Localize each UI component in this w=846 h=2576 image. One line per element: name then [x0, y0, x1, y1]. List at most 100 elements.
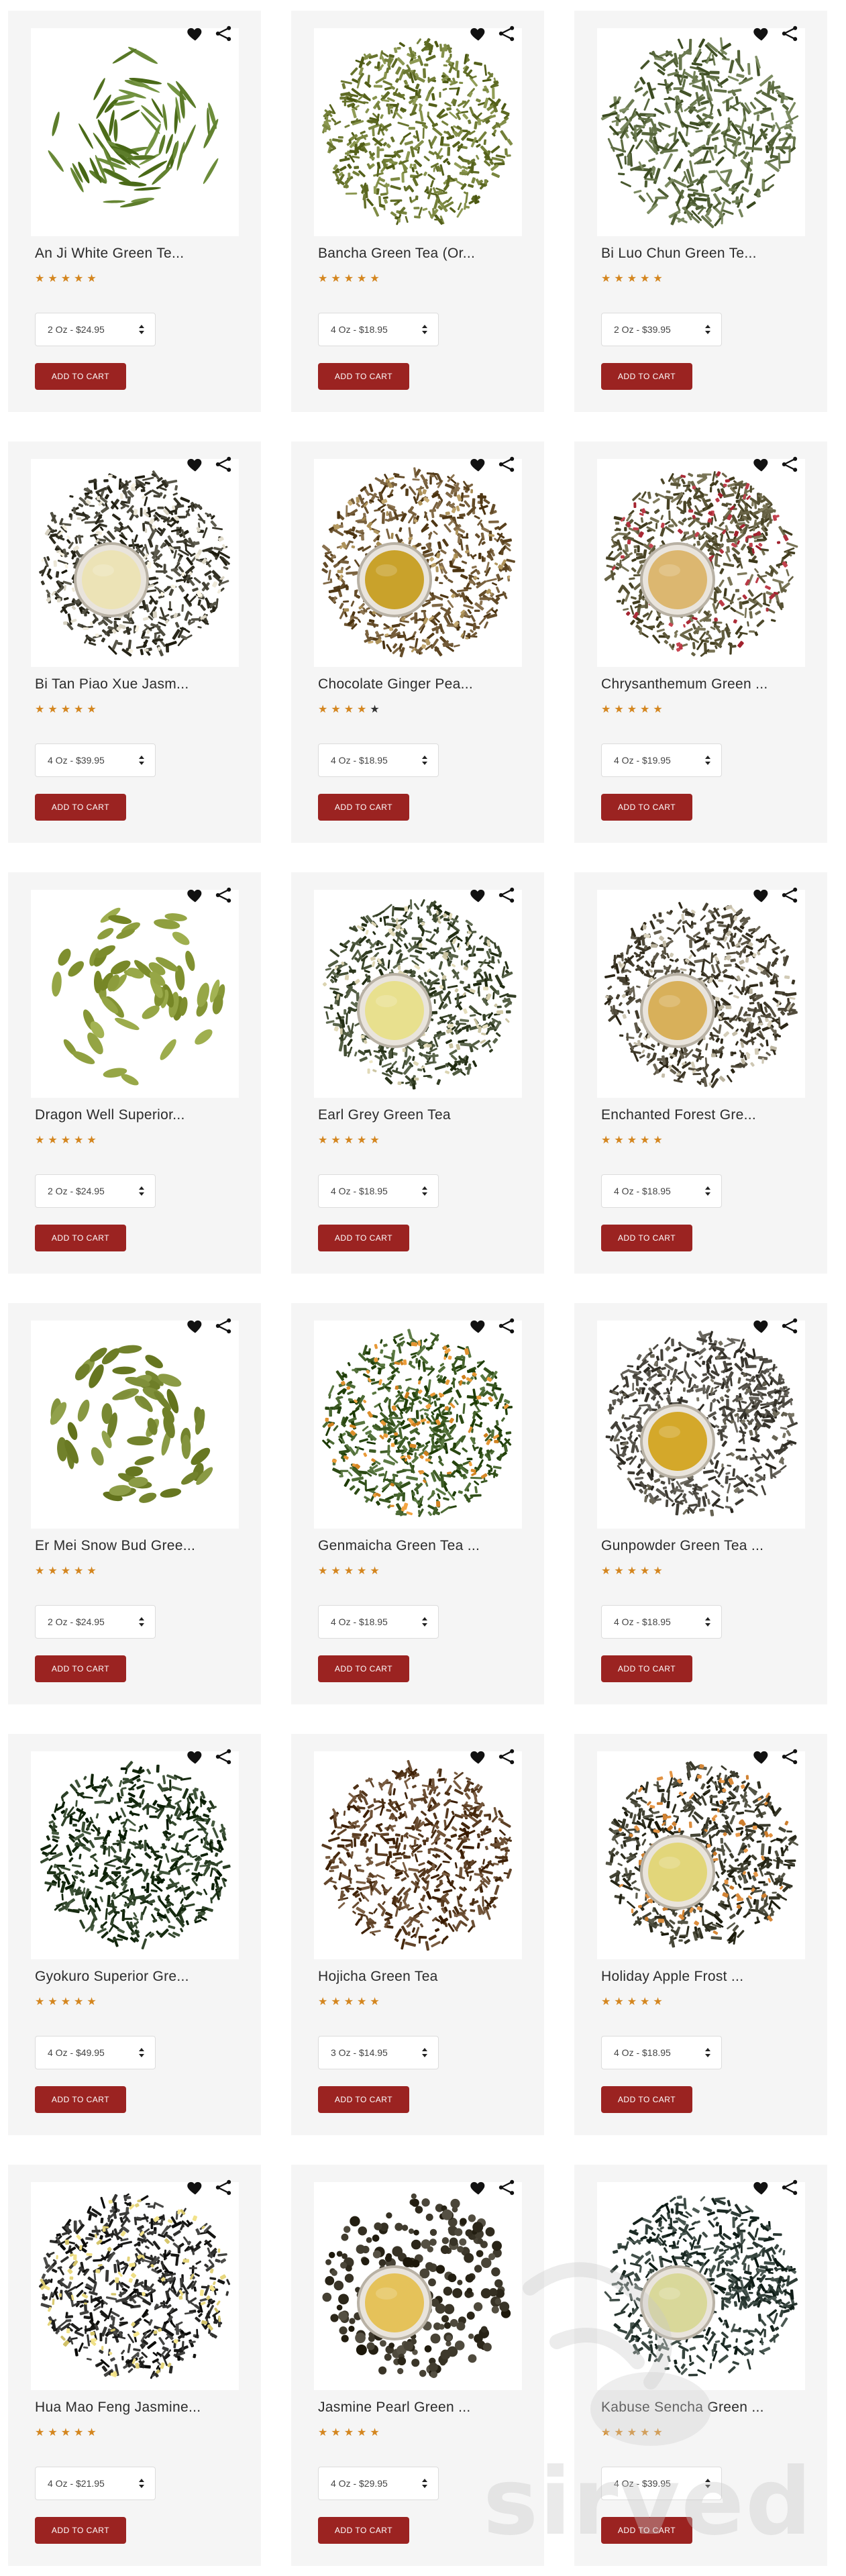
add-to-cart-button[interactable]: ADD TO CART: [318, 794, 409, 821]
product-image[interactable]: [314, 28, 522, 236]
add-to-cart-button[interactable]: ADD TO CART: [35, 1225, 126, 1251]
size-price-select[interactable]: 4 Oz - $18.95: [601, 1605, 722, 1639]
add-to-cart-button[interactable]: ADD TO CART: [601, 363, 692, 390]
product-image[interactable]: [597, 1751, 805, 1959]
product-name[interactable]: Bi Tan Piao Xue Jasm...: [35, 676, 243, 692]
size-price-select[interactable]: 2 Oz - $39.95: [601, 313, 722, 346]
heart-icon[interactable]: [752, 1317, 771, 1335]
size-price-select[interactable]: 2 Oz - $24.95: [35, 1174, 156, 1208]
heart-icon[interactable]: [469, 24, 488, 43]
product-image[interactable]: [31, 1751, 239, 1959]
add-to-cart-button[interactable]: ADD TO CART: [35, 1655, 126, 1682]
share-icon[interactable]: [497, 1747, 516, 1766]
heart-icon[interactable]: [186, 1747, 205, 1766]
size-price-select[interactable]: 4 Oz - $29.95: [318, 2467, 439, 2500]
product-image[interactable]: [314, 1321, 522, 1529]
product-name[interactable]: Holiday Apple Frost ...: [601, 1969, 809, 1985]
size-price-select[interactable]: 4 Oz - $18.95: [318, 1174, 439, 1208]
share-icon[interactable]: [214, 2178, 233, 2197]
share-icon[interactable]: [214, 886, 233, 905]
product-image[interactable]: [597, 459, 805, 667]
size-price-select[interactable]: 2 Oz - $24.95: [35, 313, 156, 346]
heart-icon[interactable]: [186, 455, 205, 474]
product-image[interactable]: [31, 1321, 239, 1529]
product-name[interactable]: Earl Grey Green Tea: [318, 1107, 526, 1123]
product-name[interactable]: Chocolate Ginger Pea...: [318, 676, 526, 692]
product-image[interactable]: [31, 459, 239, 667]
size-price-select[interactable]: 4 Oz - $39.95: [35, 743, 156, 777]
heart-icon[interactable]: [752, 24, 771, 43]
product-name[interactable]: Chrysanthemum Green ...: [601, 676, 809, 692]
size-price-select[interactable]: 4 Oz - $19.95: [601, 743, 722, 777]
add-to-cart-button[interactable]: ADD TO CART: [601, 2086, 692, 2113]
product-name[interactable]: Genmaicha Green Tea ...: [318, 1538, 526, 1554]
share-icon[interactable]: [780, 455, 799, 474]
size-price-select[interactable]: 4 Oz - $21.95: [35, 2467, 156, 2500]
share-icon[interactable]: [214, 455, 233, 474]
product-image[interactable]: [31, 28, 239, 236]
heart-icon[interactable]: [469, 2178, 488, 2197]
product-name[interactable]: Jasmine Pearl Green ...: [318, 2400, 526, 2416]
product-name[interactable]: Enchanted Forest Gre...: [601, 1107, 809, 1123]
add-to-cart-button[interactable]: ADD TO CART: [35, 2086, 126, 2113]
product-image[interactable]: [597, 2182, 805, 2390]
size-price-select[interactable]: 4 Oz - $18.95: [601, 1174, 722, 1208]
product-name[interactable]: Gyokuro Superior Gre...: [35, 1969, 243, 1985]
size-price-select[interactable]: 4 Oz - $49.95: [35, 2036, 156, 2069]
add-to-cart-button[interactable]: ADD TO CART: [318, 363, 409, 390]
add-to-cart-button[interactable]: ADD TO CART: [35, 794, 126, 821]
share-icon[interactable]: [497, 24, 516, 43]
heart-icon[interactable]: [752, 2178, 771, 2197]
product-name[interactable]: Dragon Well Superior...: [35, 1107, 243, 1123]
share-icon[interactable]: [780, 886, 799, 905]
heart-icon[interactable]: [186, 2178, 205, 2197]
product-image[interactable]: [314, 890, 522, 1098]
heart-icon[interactable]: [752, 1747, 771, 1766]
heart-icon[interactable]: [469, 1747, 488, 1766]
product-image[interactable]: [31, 890, 239, 1098]
size-price-select[interactable]: 4 Oz - $18.95: [601, 2036, 722, 2069]
product-image[interactable]: [597, 890, 805, 1098]
share-icon[interactable]: [497, 455, 516, 474]
add-to-cart-button[interactable]: ADD TO CART: [601, 2517, 692, 2544]
product-name[interactable]: Bancha Green Tea (Or...: [318, 246, 526, 262]
add-to-cart-button[interactable]: ADD TO CART: [318, 1655, 409, 1682]
product-name[interactable]: Kabuse Sencha Green ...: [601, 2400, 809, 2416]
product-name[interactable]: Hojicha Green Tea: [318, 1969, 526, 1985]
size-price-select[interactable]: 4 Oz - $39.95: [601, 2467, 722, 2500]
heart-icon[interactable]: [752, 455, 771, 474]
share-icon[interactable]: [497, 886, 516, 905]
product-image[interactable]: [314, 2182, 522, 2390]
product-image[interactable]: [314, 459, 522, 667]
share-icon[interactable]: [497, 2178, 516, 2197]
share-icon[interactable]: [497, 1317, 516, 1335]
share-icon[interactable]: [214, 24, 233, 43]
add-to-cart-button[interactable]: ADD TO CART: [318, 2517, 409, 2544]
product-image[interactable]: [31, 2182, 239, 2390]
product-name[interactable]: Er Mei Snow Bud Gree...: [35, 1538, 243, 1554]
add-to-cart-button[interactable]: ADD TO CART: [35, 2517, 126, 2544]
share-icon[interactable]: [780, 2178, 799, 2197]
add-to-cart-button[interactable]: ADD TO CART: [318, 1225, 409, 1251]
heart-icon[interactable]: [469, 886, 488, 905]
heart-icon[interactable]: [186, 24, 205, 43]
add-to-cart-button[interactable]: ADD TO CART: [601, 1655, 692, 1682]
product-name[interactable]: Hua Mao Feng Jasmine...: [35, 2400, 243, 2416]
add-to-cart-button[interactable]: ADD TO CART: [35, 363, 126, 390]
heart-icon[interactable]: [186, 1317, 205, 1335]
heart-icon[interactable]: [469, 1317, 488, 1335]
share-icon[interactable]: [214, 1317, 233, 1335]
add-to-cart-button[interactable]: ADD TO CART: [601, 1225, 692, 1251]
size-price-select[interactable]: 4 Oz - $18.95: [318, 1605, 439, 1639]
size-price-select[interactable]: 3 Oz - $14.95: [318, 2036, 439, 2069]
size-price-select[interactable]: 4 Oz - $18.95: [318, 743, 439, 777]
product-image[interactable]: [597, 28, 805, 236]
share-icon[interactable]: [214, 1747, 233, 1766]
share-icon[interactable]: [780, 24, 799, 43]
add-to-cart-button[interactable]: ADD TO CART: [318, 2086, 409, 2113]
size-price-select[interactable]: 2 Oz - $24.95: [35, 1605, 156, 1639]
product-name[interactable]: Bi Luo Chun Green Te...: [601, 246, 809, 262]
product-image[interactable]: [597, 1321, 805, 1529]
share-icon[interactable]: [780, 1317, 799, 1335]
add-to-cart-button[interactable]: ADD TO CART: [601, 794, 692, 821]
